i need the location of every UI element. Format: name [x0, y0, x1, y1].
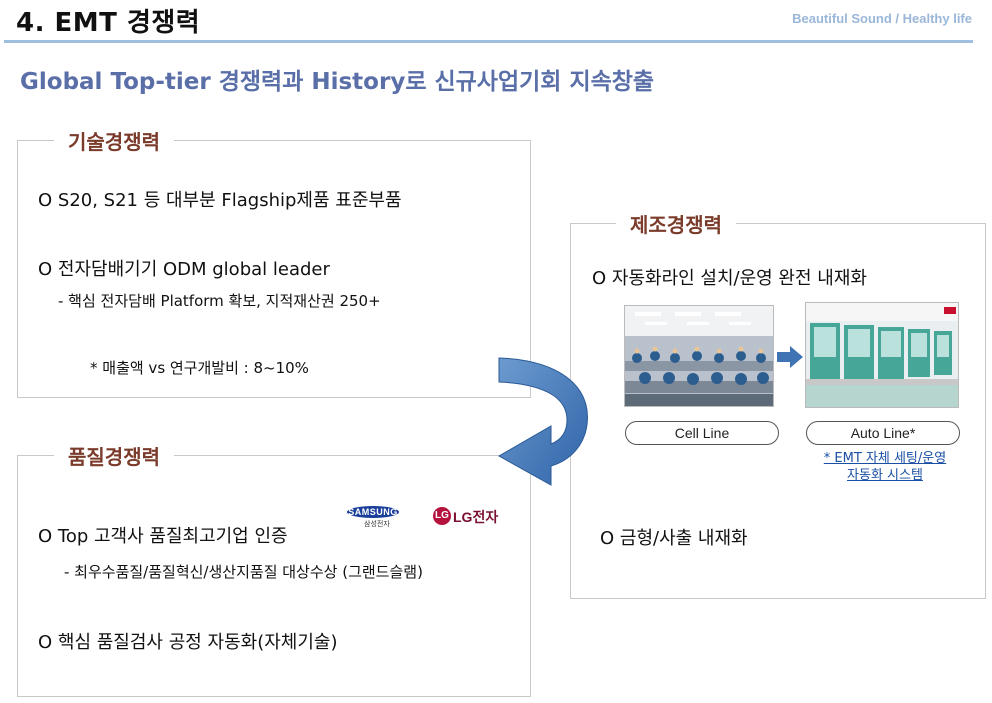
tech-item-odm: O 전자담배기기 ODM global leader — [38, 259, 330, 280]
lg-logo-text: LG전자 — [453, 509, 499, 525]
quality-box-title: 품질경쟁력 — [54, 441, 174, 470]
mfg-item-automation-line: O 자동화라인 설치/운영 완전 내재화 — [592, 268, 867, 289]
auto-line-photo — [805, 302, 959, 408]
page-title: 4. EMT 경쟁력 — [16, 8, 201, 38]
tech-item-flagship: O S20, S21 등 대부분 Flagship제품 표준부품 — [38, 190, 402, 211]
factory-cell-icon — [625, 306, 773, 406]
quality-item-cert-sub: - 최우수품질/품질혁신/생산지품질 대상수상 (그랜드슬램) — [64, 563, 423, 581]
auto-line-note-1: * EMT 자체 세팅/운영 — [823, 451, 947, 466]
quality-item-automation: O 핵심 품질검사 공정 자동화(자체기술) — [38, 632, 338, 653]
tech-item-odm-sub: - 핵심 전자담배 Platform 확보, 지적재산권 250+ — [58, 292, 381, 310]
samsung-logo-sub: 삼성전자 — [364, 520, 390, 528]
mfg-box-title: 제조경쟁력 — [616, 209, 736, 238]
cell-line-label: Cell Line — [625, 421, 779, 445]
tech-box-title: 기술경쟁력 — [54, 126, 174, 155]
auto-line-note-2: 자동화 시스템 — [847, 468, 923, 483]
samsung-logo: SAMSUNG — [347, 506, 399, 518]
mfg-item-mold: O 금형/사출 내재화 — [600, 528, 748, 549]
lg-logo-icon: LG — [433, 507, 451, 525]
page-subtitle: Global Top-tier 경쟁력과 History로 신규사업기회 지속창… — [20, 69, 655, 95]
auto-line-label: Auto Line* — [806, 421, 960, 445]
quality-item-cert: O Top 고객사 품질최고기업 인증 — [38, 526, 288, 547]
cell-line-photo — [624, 305, 774, 407]
tagline: Beautiful Sound / Healthy life — [792, 11, 972, 26]
header-divider — [4, 40, 973, 43]
factory-auto-icon — [806, 303, 958, 407]
arrow-right-icon — [777, 346, 803, 368]
curved-arrow-icon — [497, 357, 588, 486]
tech-note-rd: * 매출액 vs 연구개발비 : 8~10% — [90, 359, 309, 377]
